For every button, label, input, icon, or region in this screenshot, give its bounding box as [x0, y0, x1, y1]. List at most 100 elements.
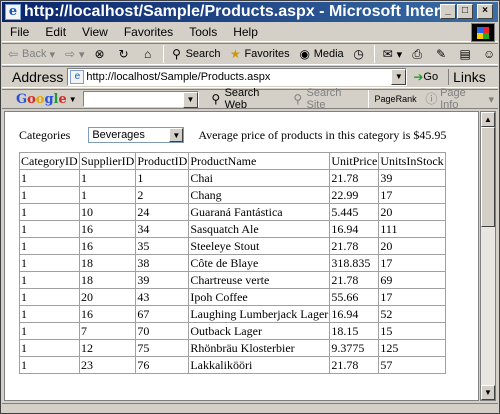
table-cell: 17: [378, 186, 446, 204]
table-row: 1 1 1 Chai 21.78 39: [19, 169, 446, 187]
table-cell: 39: [135, 271, 190, 289]
messenger-button[interactable]: ☺: [478, 44, 500, 64]
menu-view[interactable]: View: [74, 25, 116, 39]
minimize-button[interactable]: _: [440, 4, 456, 19]
discuss-icon: ▤: [459, 47, 471, 61]
go-button[interactable]: ➔ Go: [413, 70, 438, 84]
table-cell: 16.94: [329, 220, 380, 238]
table-cell: Lakkalikööri: [188, 356, 331, 374]
table-cell: Chai: [188, 169, 331, 187]
table-cell: Ipoh Coffee: [188, 288, 331, 306]
table-cell: Côte de Blaye: [188, 254, 331, 272]
google-search-dropdown-icon[interactable]: ▼: [183, 92, 199, 108]
edit-icon: ✎: [436, 47, 447, 61]
search-button[interactable]: ⚲ Search: [166, 44, 225, 64]
search-label: Search: [185, 48, 221, 60]
table-cell: Laughing Lumberjack Lager: [188, 305, 331, 323]
address-label: Address: [12, 69, 64, 85]
table-row: 1 1 2 Chang 22.99 17: [19, 186, 446, 204]
vertical-scrollbar[interactable]: ▲ ▼: [480, 111, 496, 401]
refresh-button[interactable]: ↻: [113, 44, 137, 64]
back-arrow-icon: ⇦: [7, 47, 19, 61]
discuss-button[interactable]: ▤: [454, 44, 478, 64]
forward-button[interactable]: ⇨ ▾: [59, 44, 89, 64]
search-site-button[interactable]: ⚲ Search Site: [287, 87, 366, 111]
google-search-input[interactable]: ▼: [82, 91, 200, 108]
table-cell: 35: [135, 237, 190, 255]
stop-button[interactable]: ⊗: [89, 44, 113, 64]
scroll-down-icon[interactable]: ▼: [481, 385, 495, 400]
table-row: 1 16 35 Steeleye Stout 21.78 20: [19, 237, 446, 255]
toolbar-separator: [373, 45, 375, 63]
table-cell: Outback Lager: [188, 322, 331, 340]
address-dropdown-icon[interactable]: ▼: [391, 69, 407, 85]
table-cell: 2: [135, 186, 190, 204]
back-button[interactable]: ⇦ Back ▾: [2, 44, 59, 64]
table-cell: 1: [19, 186, 80, 204]
table-cell: 1: [135, 169, 190, 187]
pagerank-indicator[interactable]: PageRank: [371, 89, 421, 109]
search-web-button[interactable]: ⚲ Search Web: [205, 87, 287, 111]
table-cell: 16: [78, 305, 137, 323]
scroll-up-icon[interactable]: ▲: [481, 112, 495, 127]
favorites-button[interactable]: ★ Favorites: [224, 44, 293, 64]
menu-file[interactable]: File: [2, 25, 37, 39]
table-cell: 1: [19, 203, 80, 221]
table-cell: 1: [19, 271, 80, 289]
address-input[interactable]: e http://localhost/Sample/Products.aspx …: [67, 68, 408, 86]
links-button[interactable]: Links: [448, 69, 486, 85]
chevron-down-icon[interactable]: ▼: [169, 128, 184, 142]
search-site-icon: ⚲: [293, 92, 303, 106]
table-cell: Sasquatch Ale: [188, 220, 331, 238]
table-cell: 34: [135, 220, 190, 238]
mail-icon: ✉: [382, 47, 393, 61]
table-cell: 16.94: [329, 305, 380, 323]
category-selected-value: Beverages: [92, 129, 145, 141]
google-logo[interactable]: Google: [2, 92, 69, 107]
table-cell: 1: [19, 356, 80, 374]
google-menu-dropdown-icon[interactable]: ▼: [69, 95, 77, 104]
table-cell: 1: [78, 169, 137, 187]
edit-button[interactable]: ✎: [430, 44, 454, 64]
stop-icon: ⊗: [94, 47, 105, 61]
maximize-button[interactable]: □: [457, 4, 473, 19]
home-button[interactable]: ⌂: [137, 44, 161, 64]
search-web-icon: ⚲: [211, 92, 221, 106]
table-cell: 57: [378, 356, 446, 374]
google-toolbar: Google ▼ ▼ ⚲ Search Web ⚲ Search Site Pa…: [2, 87, 498, 111]
media-button[interactable]: ◉ Media: [294, 44, 348, 64]
history-button[interactable]: ◷: [348, 44, 372, 64]
column-header: UnitPrice: [329, 152, 380, 170]
title-bar: e http://localhost/Sample/Products.aspx …: [2, 2, 498, 22]
scrollbar-thumb[interactable]: [481, 127, 495, 227]
menu-help[interactable]: Help: [225, 25, 266, 39]
column-header: ProductName: [188, 152, 331, 170]
table-cell: Chang: [188, 186, 331, 204]
table-cell: 22.99: [329, 186, 380, 204]
windows-logo-icon: [471, 23, 495, 42]
table-cell: 17: [378, 254, 446, 272]
table-row: 1 18 38 Côte de Blaye 318.835 17: [19, 254, 446, 272]
table-row: 1 16 67 Laughing Lumberjack Lager 16.94 52: [19, 305, 446, 323]
print-button[interactable]: ⎙: [406, 44, 430, 64]
messenger-icon: ☺: [483, 47, 496, 61]
category-select[interactable]: Beverages ▼: [88, 127, 185, 143]
table-cell: 125: [378, 339, 446, 357]
page-info-button[interactable]: ⓘ Page Info ▾: [421, 87, 498, 111]
table-cell: Steeleye Stout: [188, 237, 331, 255]
table-cell: 23: [78, 356, 137, 374]
table-cell: 39: [378, 169, 446, 187]
categories-label: Categories: [19, 127, 71, 142]
standard-toolbar: ⇦ Back ▾ ⇨ ▾ ⊗ ↻ ⌂ ⚲ Search ★ Favorites ◉…: [2, 43, 498, 65]
menu-favorites[interactable]: Favorites: [116, 25, 181, 39]
table-cell: 52: [378, 305, 446, 323]
menu-tools[interactable]: Tools: [181, 25, 225, 39]
column-header: UnitsInStock: [378, 152, 446, 170]
table-cell: 76: [135, 356, 190, 374]
close-button[interactable]: ×: [477, 4, 493, 19]
menu-edit[interactable]: Edit: [37, 25, 74, 39]
favorites-label: Favorites: [244, 48, 290, 60]
mail-button[interactable]: ✉ ▾: [377, 44, 407, 64]
table-row: 1 12 75 Rhönbräu Klosterbier 9.3775 125: [19, 339, 446, 357]
table-cell: 18: [78, 254, 137, 272]
